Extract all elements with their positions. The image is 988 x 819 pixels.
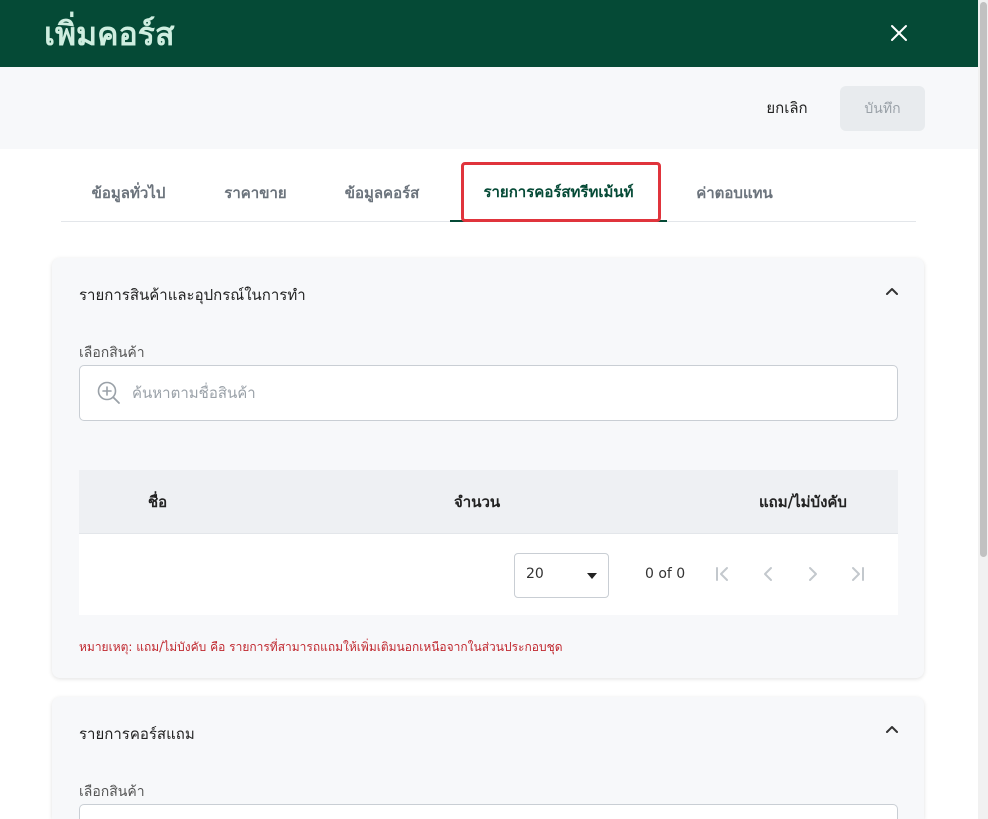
tab-general-info[interactable]: ข้อมูลทั่วไป [61,163,196,222]
product-search-box[interactable] [79,365,898,421]
scrollbar-thumb[interactable] [980,2,987,557]
cancel-button[interactable]: ยกเลิก [746,86,828,130]
close-icon [891,25,907,41]
caret-down-icon [587,573,597,579]
previous-page-button[interactable] [756,562,780,586]
free-courses-section-title: รายการคอร์สแถม [79,725,195,743]
products-section-card [52,258,924,678]
last-page-icon [852,567,864,581]
free-product-search-box[interactable] [79,804,898,819]
table-pagination: 20 0 of 0 [79,533,898,615]
chevron-up-icon [886,726,898,733]
collapse-free-courses-button[interactable] [882,719,902,739]
products-table-header: ชื่อ จำนวน แถม/ไม่บังคับ [79,470,898,533]
tab-bar: ข้อมูลทั่วไป ราคาขาย ข้อมูลคอร์ส รายการค… [61,163,916,222]
page-title: เพิ่มคอร์ส [44,15,175,53]
zoom-in-search-icon [97,381,120,404]
modal-header: เพิ่มคอร์ส [0,0,978,67]
collapse-products-button[interactable] [882,281,902,301]
rows-per-page-select[interactable]: 20 [514,553,609,598]
chevron-right-icon [809,567,817,581]
tab-course-treatments[interactable]: รายการคอร์สทรีทเม้นท์ [450,163,667,222]
first-page-icon [716,567,728,581]
page-info: 0 of 0 [645,566,686,582]
column-header-quantity[interactable]: จำนวน [454,470,500,533]
free-courses-section-card [52,697,924,819]
tab-compensation[interactable]: ค่าตอบแทน [667,163,802,222]
products-section-title: รายการสินค้าและอุปกรณ์ในการทำ [79,286,306,304]
column-header-name[interactable]: ชื่อ [148,470,167,533]
chevron-up-icon [886,288,898,295]
select-free-product-label: เลือกสินค้า [79,784,145,800]
column-header-free-optional[interactable]: แถม/ไม่บังคับ [759,470,847,533]
free-optional-note: หมายเหตุ: แถม/ไม่บังคับ คือ รายการที่สาม… [79,640,563,654]
last-page-button[interactable] [845,562,869,586]
first-page-button[interactable] [711,562,735,586]
rows-per-page-value: 20 [526,566,544,582]
next-page-button[interactable] [801,562,825,586]
action-bar [0,67,978,149]
product-search-input[interactable] [132,366,872,420]
chevron-left-icon [764,567,772,581]
tab-course-info[interactable]: ข้อมูลคอร์ส [315,163,449,222]
close-button[interactable] [884,18,914,48]
save-button[interactable]: บันทึก [840,86,925,131]
tab-selling-price[interactable]: ราคาขาย [196,163,315,222]
select-product-label: เลือกสินค้า [79,345,145,361]
